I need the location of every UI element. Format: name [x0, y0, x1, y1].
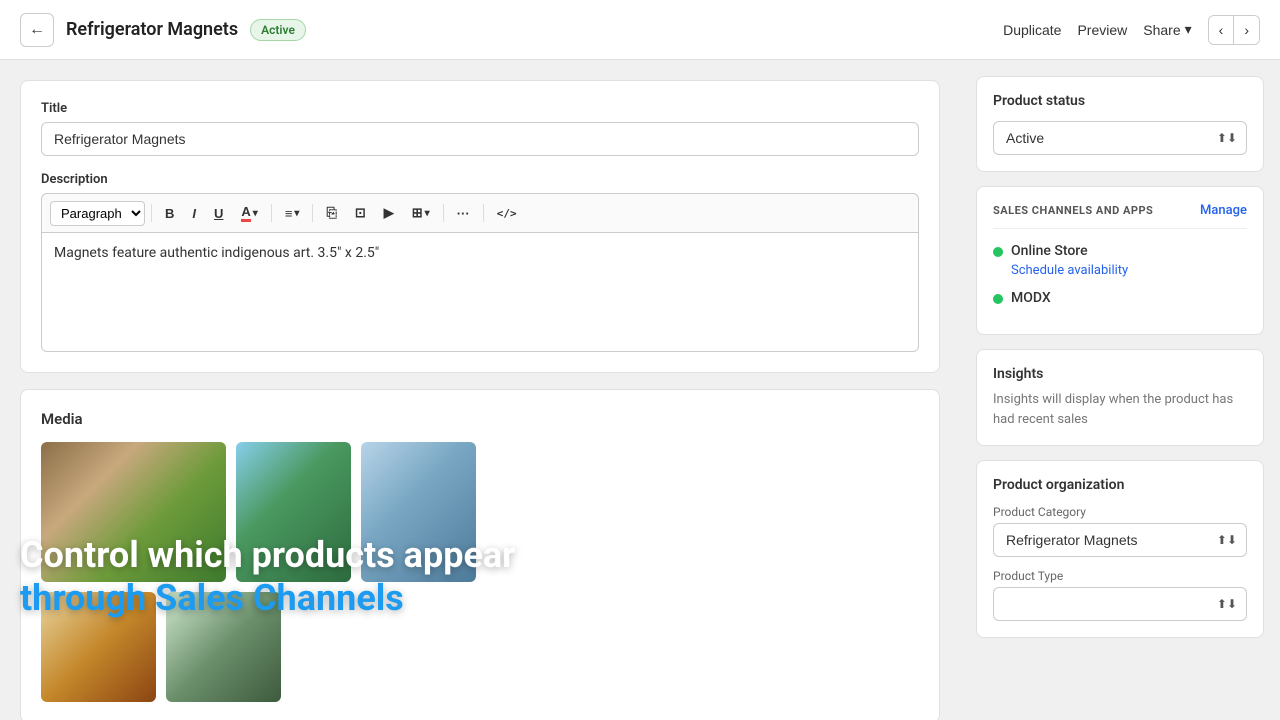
category-label: Product Category	[993, 505, 1247, 519]
modx-name: MODX	[1011, 290, 1051, 306]
preview-button[interactable]: Preview	[1077, 22, 1127, 38]
status-select[interactable]: Active Draft Archived	[993, 121, 1247, 155]
toolbar-sep-5	[483, 204, 484, 222]
bold-button[interactable]: B	[158, 202, 181, 225]
online-store-content: Online Store Schedule availability	[1011, 243, 1128, 278]
table-dropdown-icon: ▾	[425, 208, 430, 219]
media-title: Media	[41, 410, 919, 428]
sales-channels-title: SALES CHANNELS AND APPS	[993, 204, 1153, 217]
media-thumbnail-4[interactable]	[41, 592, 156, 702]
share-dropdown-icon: ▾	[1185, 21, 1192, 38]
description-toolbar: Paragraph B I U A ▾ ≡ ▾ ⎘	[41, 193, 919, 232]
type-label: Product Type	[993, 569, 1247, 583]
left-column: Title Description Paragraph B I U A ▾	[0, 60, 960, 720]
italic-button[interactable]: I	[185, 202, 203, 225]
media-image-5	[166, 592, 281, 702]
toolbar-sep-3	[312, 204, 313, 222]
media-thumbnail-1[interactable]	[41, 442, 226, 582]
back-icon: ←	[29, 21, 45, 39]
image-button[interactable]: ⊡	[348, 201, 373, 225]
top-bar-actions: Duplicate Preview Share ▾ ‹ ›	[1003, 15, 1260, 45]
online-store-name: Online Store	[1011, 243, 1128, 259]
media-thumbnail-5[interactable]	[166, 592, 281, 702]
code-button[interactable]: </>	[490, 203, 524, 224]
media-thumbnail-3[interactable]	[361, 442, 476, 582]
insights-card: Insights Insights will display when the …	[976, 349, 1264, 446]
paragraph-select[interactable]: Paragraph	[50, 201, 145, 226]
table-button[interactable]: ⊞ ▾	[405, 201, 437, 225]
insights-text: Insights will display when the product h…	[993, 390, 1247, 429]
media-thumbnail-2[interactable]	[236, 442, 351, 582]
type-select[interactable]	[993, 587, 1247, 621]
back-button[interactable]: ←	[20, 13, 54, 47]
status-badge: Active	[250, 19, 306, 41]
schedule-availability-link[interactable]: Schedule availability	[1011, 263, 1128, 278]
top-bar: ← Refrigerator Magnets Active Duplicate …	[0, 0, 1280, 60]
status-select-wrapper: Active Draft Archived ⬆⬇	[993, 121, 1247, 155]
color-button[interactable]: A ▾	[234, 200, 264, 226]
sales-channels-header: SALES CHANNELS AND APPS Manage	[993, 203, 1247, 229]
category-select[interactable]: Refrigerator Magnets	[993, 523, 1247, 557]
main-layout: Title Description Paragraph B I U A ▾	[0, 60, 1280, 720]
description-editor[interactable]: Magnets feature authentic indigenous art…	[41, 232, 919, 352]
description-text: Magnets feature authentic indigenous art…	[54, 245, 379, 261]
nav-next-button[interactable]: ›	[1234, 16, 1259, 44]
title-input[interactable]	[41, 122, 919, 156]
title-label: Title	[41, 101, 919, 116]
align-icon: ≡	[285, 206, 293, 221]
modx-status-dot	[993, 294, 1003, 304]
product-status-card: Product status Active Draft Archived ⬆⬇	[976, 76, 1264, 172]
share-button[interactable]: Share ▾	[1143, 21, 1191, 38]
media-image-2	[236, 442, 351, 582]
product-org-card: Product organization Product Category Re…	[976, 460, 1264, 638]
page-title: Refrigerator Magnets	[66, 19, 238, 40]
color-dropdown-icon: ▾	[253, 208, 258, 219]
color-text-icon: A	[241, 204, 250, 222]
link-button[interactable]: ⎘	[319, 201, 343, 225]
media-grid	[41, 442, 919, 582]
type-select-wrapper: ⬆⬇	[993, 587, 1247, 621]
image-icon: ⊡	[355, 205, 366, 221]
insights-title: Insights	[993, 366, 1247, 382]
title-description-card: Title Description Paragraph B I U A ▾	[20, 80, 940, 373]
duplicate-button[interactable]: Duplicate	[1003, 22, 1061, 38]
sales-channel-item-1: Online Store Schedule availability	[993, 243, 1247, 278]
manage-link[interactable]: Manage	[1200, 203, 1247, 218]
toolbar-sep-2	[271, 204, 272, 222]
align-dropdown-icon: ▾	[294, 208, 299, 219]
media-image-1	[41, 442, 226, 582]
media-card: Media	[20, 389, 940, 720]
nav-arrows: ‹ ›	[1208, 15, 1260, 45]
play-button[interactable]: ▶	[377, 201, 401, 225]
online-store-status-dot	[993, 247, 1003, 257]
category-select-wrapper: Refrigerator Magnets ⬆⬇	[993, 523, 1247, 557]
underline-button[interactable]: U	[207, 202, 230, 225]
nav-prev-button[interactable]: ‹	[1209, 16, 1235, 44]
description-label: Description	[41, 172, 919, 187]
modx-content: MODX	[1011, 290, 1051, 306]
more-button[interactable]: ···	[450, 202, 477, 225]
media-grid-2	[41, 592, 919, 702]
right-column: Product status Active Draft Archived ⬆⬇ …	[960, 60, 1280, 720]
toolbar-sep-1	[151, 204, 152, 222]
align-button[interactable]: ≡ ▾	[278, 202, 307, 225]
table-icon: ⊞	[412, 205, 423, 221]
toolbar-sep-4	[443, 204, 444, 222]
media-image-3	[361, 442, 476, 582]
product-org-title: Product organization	[993, 477, 1247, 493]
media-image-4	[41, 592, 156, 702]
link-icon: ⎘	[326, 205, 336, 221]
product-status-title: Product status	[993, 93, 1247, 109]
sales-channel-item-2: MODX	[993, 290, 1247, 306]
play-icon: ▶	[384, 205, 394, 221]
sales-channels-card: SALES CHANNELS AND APPS Manage Online St…	[976, 186, 1264, 335]
